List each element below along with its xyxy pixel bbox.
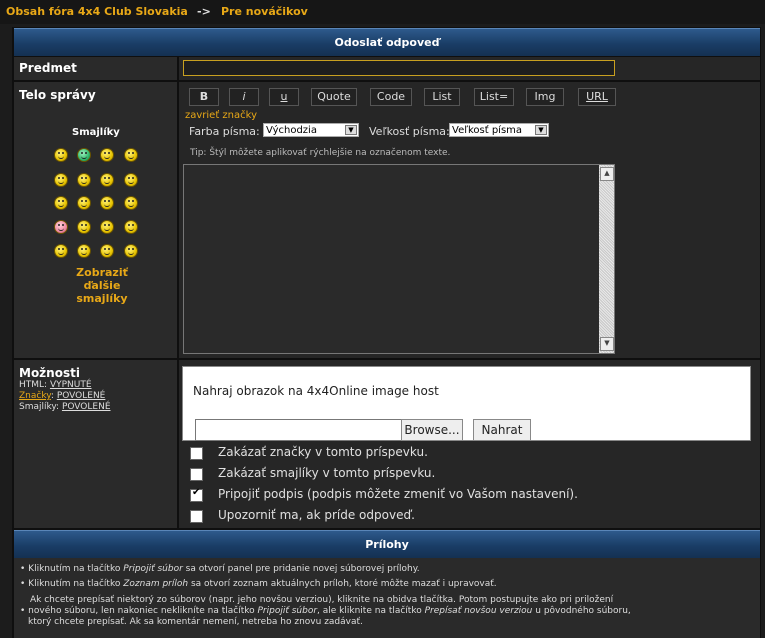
disable-tags-checkbox[interactable] — [190, 447, 203, 460]
upload-button[interactable]: Nahrat — [473, 419, 531, 441]
smileys-status-link[interactable]: POVOLENÉ — [62, 402, 111, 412]
tags-status-link[interactable]: POVOLENÉ — [57, 391, 106, 401]
smiley-icon[interactable] — [54, 148, 68, 162]
attachments-info-line: ktorý chcete prepísať. Ak sa komentár ne… — [28, 617, 363, 627]
upload-title: Nahraj obrazok na 4x4Online image host — [193, 384, 439, 398]
smiley-icon[interactable] — [54, 196, 68, 210]
notify-reply-checkbox[interactable] — [190, 510, 203, 523]
body-label-cell: Telo správy — [14, 82, 177, 358]
smiley-icon[interactable] — [100, 196, 114, 210]
smiley-icon[interactable] — [100, 220, 114, 234]
bold-button[interactable]: B — [189, 88, 219, 106]
list-button[interactable]: List — [424, 88, 460, 106]
html-status: HTML: VYPNUTÉ — [19, 380, 92, 390]
breadcrumb-section-link[interactable]: Pre nováčikov — [221, 5, 308, 18]
attachments-info-line: • nového súboru, len nakoniec neklikníte… — [20, 606, 631, 616]
body-label: Telo správy — [19, 88, 96, 102]
disable-smileys-checkbox[interactable] — [190, 468, 203, 481]
smiley-icon[interactable] — [54, 220, 68, 234]
smileys-title: Smajlíky — [72, 127, 120, 138]
style-tip: Tip: Štýl môžete aplikovať rýchlejšie na… — [190, 148, 451, 158]
attachments-info-line: • Kliknutím na tlačítko Pripojiť súbor s… — [20, 564, 420, 574]
attachments-info-line: • Kliknutím na tlačítko Zoznam príloh sa… — [20, 579, 497, 589]
options-title: Možnosti — [19, 366, 80, 380]
smiley-icon[interactable] — [77, 196, 91, 210]
code-button[interactable]: Code — [370, 88, 412, 106]
notify-reply-label: Upozorniť ma, ak príde odpoveď. — [218, 508, 415, 522]
list-ordered-button[interactable]: List= — [474, 88, 514, 106]
disable-tags-label: Zakázať značky v tomto príspevku. — [218, 445, 428, 459]
form-header: Odoslať odpoveď — [14, 28, 760, 56]
attach-signature-label: Pripojiť podpis (podpis môžete zmeniť vo… — [218, 487, 578, 501]
quote-button[interactable]: Quote — [311, 88, 357, 106]
attachments-info: • Kliknutím na tlačítko Pripojiť súbor s… — [14, 558, 760, 638]
font-size-selected: Veľkosť písma — [452, 125, 523, 136]
smiley-icon[interactable] — [100, 244, 114, 258]
disable-smileys-label: Zakázať smajlíky v tomto príspevku. — [218, 466, 436, 480]
upload-file-input[interactable] — [195, 419, 403, 441]
img-button[interactable]: Img — [526, 88, 564, 106]
subject-label: Predmet — [19, 61, 77, 75]
more-smileys-link[interactable]: Zobraziť ďalšie smajlíky — [62, 266, 142, 305]
scroll-up-icon[interactable]: ▲ — [600, 167, 614, 181]
tags-help-link[interactable]: Značky — [19, 391, 51, 401]
smileys-status: Smajlíky: POVOLENÉ — [19, 402, 111, 412]
image-upload-panel: Nahraj obrazok na 4x4Online image host B… — [182, 366, 751, 441]
font-size-label: Veľkosť písma: — [369, 125, 450, 138]
breadcrumb-forum-link[interactable]: Obsah fóra 4x4 Club Slovakia — [6, 5, 188, 18]
font-color-selected: Východzia — [266, 125, 317, 136]
smiley-icon[interactable] — [77, 244, 91, 258]
smiley-icon[interactable] — [124, 196, 138, 210]
font-color-label: Farba písma: — [189, 125, 260, 138]
italic-button[interactable]: i — [229, 88, 259, 106]
dropdown-arrow-icon: ▼ — [345, 125, 357, 135]
smiley-icon[interactable] — [124, 244, 138, 258]
browse-button[interactable]: Browse... — [401, 419, 463, 441]
font-size-select[interactable]: Veľkosť písma ▼ — [449, 123, 549, 137]
smiley-icon[interactable] — [77, 148, 91, 162]
scroll-down-icon[interactable]: ▼ — [600, 337, 614, 351]
underline-button[interactable]: u — [269, 88, 299, 106]
dropdown-arrow-icon: ▼ — [535, 125, 547, 135]
message-textarea[interactable]: ▲ ▼ — [183, 164, 615, 354]
smiley-icon[interactable] — [124, 220, 138, 234]
smiley-icon[interactable] — [77, 173, 91, 187]
attachments-info-line: Ak chcete prepísať niektorý zo súborov (… — [30, 595, 614, 605]
smiley-icon[interactable] — [124, 173, 138, 187]
smiley-icon[interactable] — [100, 148, 114, 162]
smiley-icon[interactable] — [77, 220, 91, 234]
smiley-icon[interactable] — [54, 173, 68, 187]
close-tags-link[interactable]: zavrieť značky — [185, 110, 257, 121]
subject-input[interactable] — [183, 60, 615, 76]
breadcrumb: Obsah fóra 4x4 Club Slovakia -> Pre nová… — [0, 0, 765, 24]
breadcrumb-separator: -> — [197, 5, 211, 18]
smiley-icon[interactable] — [124, 148, 138, 162]
tags-status: Značky: POVOLENÉ — [19, 391, 106, 401]
textarea-scrollbar[interactable]: ▲ ▼ — [599, 165, 614, 353]
html-status-link[interactable]: VYPNUTÉ — [50, 380, 92, 390]
font-color-select[interactable]: Východzia ▼ — [263, 123, 359, 137]
smiley-icon[interactable] — [100, 173, 114, 187]
attachments-header: Prílohy — [14, 530, 760, 558]
subject-label-cell: Predmet — [14, 57, 177, 80]
url-button[interactable]: URL — [578, 88, 616, 106]
smiley-icon[interactable] — [54, 244, 68, 258]
attach-signature-checkbox[interactable] — [190, 487, 203, 502]
